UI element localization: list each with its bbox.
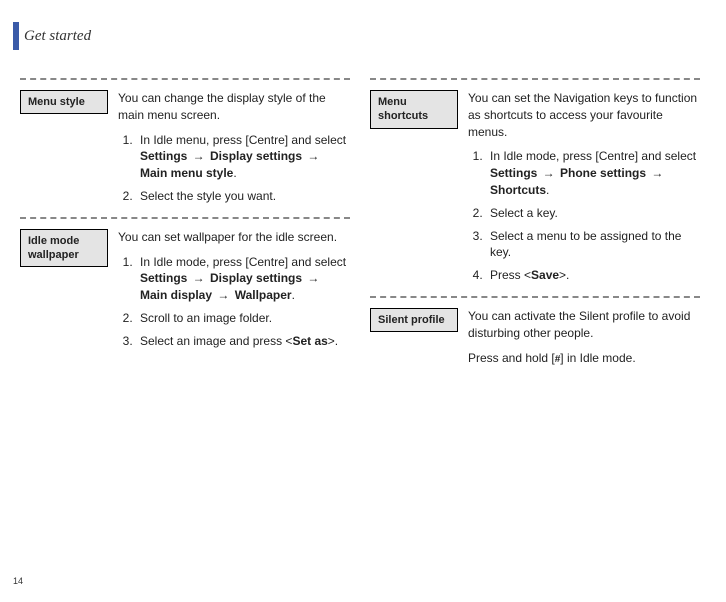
step-item: In Idle mode, press [Centre] and select …: [136, 254, 350, 304]
section: Menu style You can change the display sty…: [20, 78, 350, 217]
path-segment: Display settings: [210, 149, 302, 163]
page-number: 14: [13, 576, 23, 586]
section: Menu shortcuts You can set the Navigation…: [370, 78, 700, 296]
left-column: Menu style You can change the display sty…: [20, 78, 350, 381]
arrow-icon: →: [537, 166, 560, 180]
arrow-icon: →: [187, 149, 210, 163]
arrow-icon: →: [302, 271, 321, 285]
section-intro: You can activate the Silent profile to a…: [468, 308, 700, 342]
section-body: You can activate the Silent profile to a…: [468, 308, 700, 375]
section-label: Menu shortcuts: [370, 90, 458, 129]
section: Silent profile You can activate the Silen…: [370, 296, 700, 381]
section-body: You can set the Navigation keys to funct…: [468, 90, 700, 290]
step-list: In Idle mode, press [Centre] and select …: [118, 254, 350, 350]
page-title: Get started: [24, 28, 91, 45]
step-item: Select a menu to be assigned to the key.: [486, 228, 700, 262]
arrow-icon: →: [302, 149, 321, 163]
arrow-icon: →: [646, 166, 665, 180]
content-columns: Menu style You can change the display sty…: [20, 78, 720, 381]
step-list: In Idle mode, press [Centre] and select …: [468, 148, 700, 284]
path-segment: Settings: [490, 166, 537, 180]
step-item: In Idle menu, press [Centre] and select …: [136, 132, 350, 182]
bold-text: Set as: [292, 334, 327, 348]
path-segment: Settings: [140, 149, 187, 163]
section-label: Idle mode wallpaper: [20, 229, 108, 268]
hash-icon: #: [555, 353, 561, 367]
bold-text: Save: [531, 268, 559, 282]
step-item: In Idle mode, press [Centre] and select …: [486, 148, 700, 198]
path-segment: Wallpaper: [235, 288, 292, 302]
section-body: You can set wallpaper for the idle scree…: [118, 229, 350, 356]
section-intro: You can set the Navigation keys to funct…: [468, 90, 700, 140]
step-item: Scroll to an image folder.: [136, 310, 350, 327]
section-extra: Press and hold [#] in Idle mode.: [468, 350, 700, 367]
path-segment: Shortcuts: [490, 183, 546, 197]
right-column: Menu shortcuts You can set the Navigation…: [370, 78, 700, 381]
section-label: Menu style: [20, 90, 108, 114]
path-segment: Main menu style: [140, 166, 233, 180]
step-item: Select an image and press <Set as>.: [136, 333, 350, 350]
step-item: Press <Save>.: [486, 267, 700, 284]
section-body: You can change the display style of the …: [118, 90, 350, 211]
step-item: Select a key.: [486, 205, 700, 222]
section-intro: You can set wallpaper for the idle scree…: [118, 229, 350, 246]
path-segment: Phone settings: [560, 166, 646, 180]
arrow-icon: →: [212, 288, 235, 302]
section: Idle mode wallpaper You can set wallpaper…: [20, 217, 350, 362]
section-intro: You can change the display style of the …: [118, 90, 350, 124]
path-segment: Main display: [140, 288, 212, 302]
step-list: In Idle menu, press [Centre] and select …: [118, 132, 350, 205]
step-item: Select the style you want.: [136, 188, 350, 205]
accent-bar: [13, 22, 19, 50]
path-segment: Display settings: [210, 271, 302, 285]
arrow-icon: →: [187, 271, 210, 285]
path-segment: Settings: [140, 271, 187, 285]
section-label: Silent profile: [370, 308, 458, 332]
